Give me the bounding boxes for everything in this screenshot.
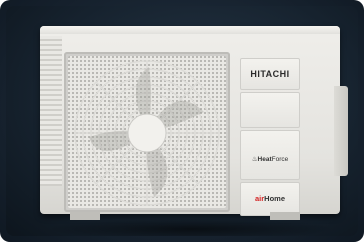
subbrand-panel: airHome (240, 182, 300, 216)
series-panel: ♨HeatForce (240, 130, 300, 180)
series-prefix: Heat (257, 156, 272, 163)
logo-panel: HITACHI (240, 58, 300, 90)
side-vent (40, 36, 62, 186)
image-frame: HITACHI ♨HeatForce airHome (0, 0, 364, 242)
floor-shadow (46, 218, 336, 236)
blank-panel-1 (240, 92, 300, 128)
subbrand-logo: airHome (241, 194, 299, 203)
product-photo: HITACHI ♨HeatForce airHome (6, 6, 358, 236)
brand-logo: HITACHI (250, 69, 290, 79)
left-foot (70, 212, 100, 220)
right-foot (270, 212, 300, 220)
fan-grille (64, 52, 230, 212)
fan-hub (127, 113, 167, 153)
subbrand-air: air (254, 194, 265, 203)
unit-top-cover (40, 26, 340, 34)
front-panel-group: HITACHI ♨HeatForce airHome (240, 58, 300, 216)
series-suffix: Force (271, 156, 289, 163)
subbrand-home: Home (264, 194, 286, 203)
series-logo: ♨HeatForce (241, 155, 299, 163)
valve-cover (334, 86, 348, 176)
outdoor-ac-unit: HITACHI ♨HeatForce airHome (40, 26, 348, 220)
fan-grille-graphic (68, 56, 226, 208)
